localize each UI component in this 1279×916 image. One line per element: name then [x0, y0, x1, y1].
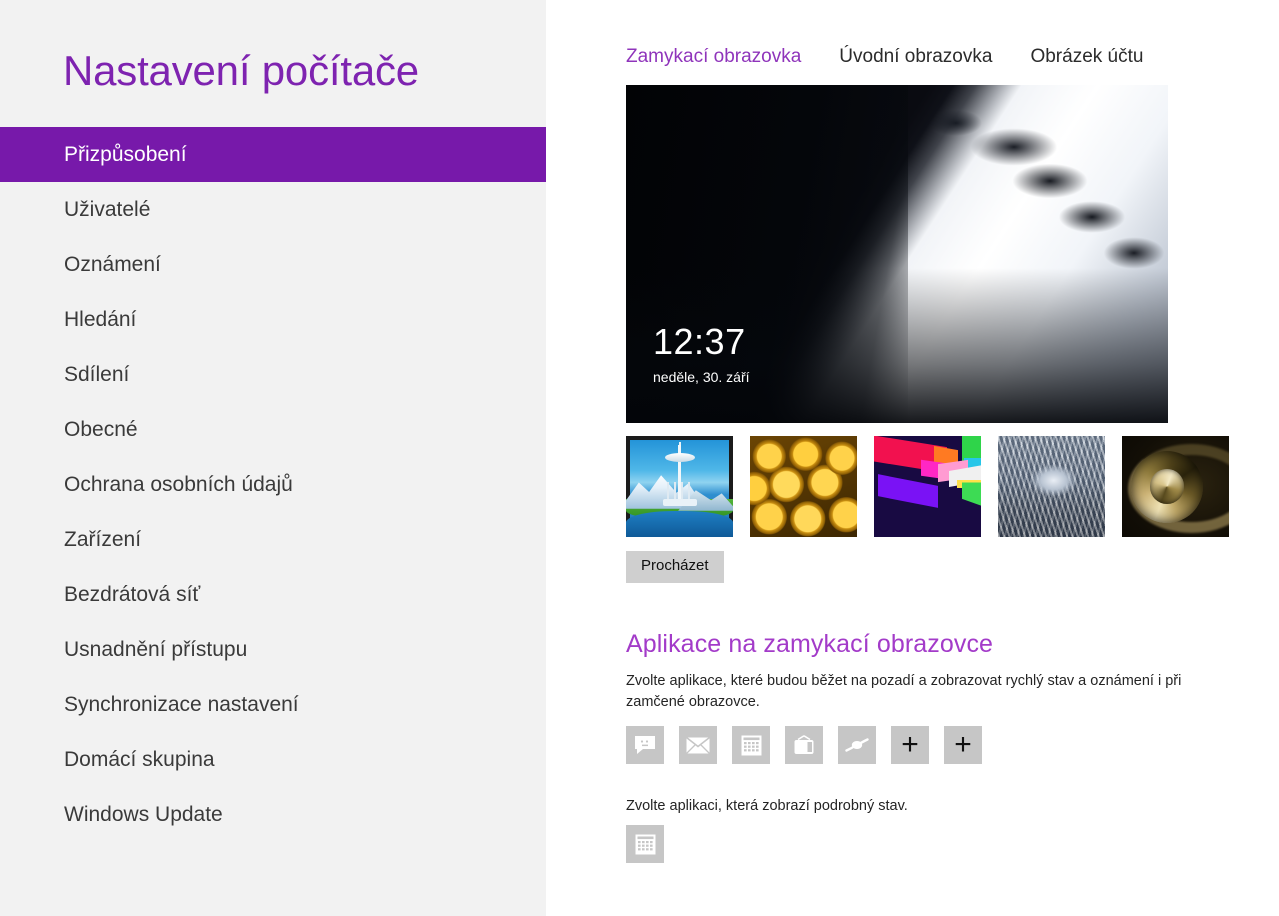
sidebar-item-zarizeni[interactable]: Zařízení — [0, 512, 546, 567]
browse-button[interactable]: Procházet — [626, 551, 724, 583]
sidebar: Nastavení počítače Přizpůsobení Uživatel… — [0, 0, 546, 916]
shell-spiral — [1130, 450, 1203, 523]
app-tile-mail[interactable] — [679, 726, 717, 764]
pc-settings-window: Nastavení počítače Přizpůsobení Uživatel… — [0, 0, 1279, 916]
sidebar-item-ochrana-osobnich-udaju[interactable]: Ochrana osobních údajů — [0, 457, 546, 512]
sidebar-item-label: Přizpůsobení — [64, 142, 187, 166]
sidebar-item-label: Domácí skupina — [64, 747, 215, 771]
geo-violet — [878, 474, 939, 509]
lock-screen-date: neděle, 30. září — [653, 369, 750, 385]
sidebar-item-label: Sdílení — [64, 362, 130, 386]
sidebar-item-bezdratova-sit[interactable]: Bezdrátová síť — [0, 567, 546, 622]
thumbnail-nautilus-shell[interactable] — [1122, 436, 1229, 537]
app-tile-video[interactable] — [785, 726, 823, 764]
thumbnail-motion-blur-tunnel[interactable] — [998, 436, 1105, 537]
sidebar-item-label: Oznámení — [64, 252, 161, 276]
weather-icon — [845, 735, 869, 755]
sidebar-item-oznameni[interactable]: Oznámení — [0, 237, 546, 292]
thumb-water — [626, 510, 733, 537]
lock-screen-clock: 12:37 neděle, 30. září — [653, 321, 750, 386]
tab-zamykaci-obrazovka[interactable]: Zamykací obrazovka — [626, 46, 801, 68]
sidebar-item-label: Hledání — [64, 307, 137, 331]
sidebar-item-label: Bezdrátová síť — [64, 582, 201, 606]
video-icon — [793, 734, 815, 756]
content-pane: Zamykací obrazovka Úvodní obrazovka Obrá… — [546, 0, 1279, 916]
mail-icon — [686, 736, 710, 754]
geo-green-bottom — [961, 482, 981, 509]
thumbnail-seattle-space-needle[interactable] — [626, 436, 733, 537]
sidebar-item-label: Windows Update — [64, 802, 223, 826]
sidebar-item-domaci-skupina[interactable]: Domácí skupina — [0, 732, 546, 787]
sidebar-item-hledani[interactable]: Hledání — [0, 292, 546, 347]
lock-screen-apps-heading: Aplikace na zamykací obrazovce — [626, 629, 994, 658]
page-title: Nastavení počítače — [63, 47, 419, 95]
thumb-needle-disc — [664, 453, 695, 463]
sidebar-item-label: Zařízení — [64, 527, 142, 551]
tab-uvodni-obrazovka[interactable]: Úvodní obrazovka — [839, 46, 992, 68]
detailed-status-description: Zvolte aplikaci, která zobrazí podrobný … — [626, 798, 908, 814]
sidebar-item-sdileni[interactable]: Sdílení — [0, 347, 546, 402]
sidebar-item-prizpusobeni[interactable]: Přizpůsobení — [0, 127, 546, 183]
sidebar-nav-list: Přizpůsobení Uživatelé Oznámení Hledání … — [0, 127, 546, 842]
thumb-needle-legs — [666, 482, 693, 501]
app-tile-weather[interactable] — [838, 726, 876, 764]
thumb-needle-base — [662, 498, 697, 506]
sidebar-item-label: Obecné — [64, 417, 138, 441]
plus-icon: + — [954, 728, 972, 761]
sidebar-item-uzivatele[interactable]: Uživatelé — [0, 182, 546, 237]
tab-bar: Zamykací obrazovka Úvodní obrazovka Obrá… — [546, 0, 1279, 68]
sidebar-item-usnadneni-pristupu[interactable]: Usnadnění přístupu — [0, 622, 546, 677]
lock-screen-time: 12:37 — [653, 321, 746, 362]
calendar-icon — [741, 735, 762, 756]
lock-screen-app-tiles: + + — [626, 726, 1279, 764]
app-tile-messaging[interactable] — [626, 726, 664, 764]
detailed-status-tile-calendar[interactable] — [626, 825, 664, 863]
lock-screen-preview: 12:37 neděle, 30. září — [626, 85, 1168, 423]
tab-obrazek-uctu[interactable]: Obrázek účtu — [1030, 46, 1143, 68]
wallpaper-thumbnail-list — [626, 436, 1279, 537]
add-app-button-1[interactable]: + — [891, 726, 929, 764]
sidebar-item-synchronizace-nastaveni[interactable]: Synchronizace nastavení — [0, 677, 546, 732]
sidebar-item-obecne[interactable]: Obecné — [0, 402, 546, 457]
sidebar-item-label: Ochrana osobních údajů — [64, 472, 293, 496]
calendar-icon — [635, 834, 656, 855]
app-tile-calendar[interactable] — [732, 726, 770, 764]
sidebar-item-label: Uživatelé — [64, 197, 151, 221]
thumbnail-abstract-geometric[interactable] — [874, 436, 981, 537]
add-app-button-2[interactable]: + — [944, 726, 982, 764]
plus-icon: + — [901, 728, 919, 761]
sidebar-item-label: Synchronizace nastavení — [64, 692, 299, 716]
sidebar-item-windows-update[interactable]: Windows Update — [0, 787, 546, 842]
messaging-icon — [634, 735, 656, 755]
sidebar-item-label: Usnadnění přístupu — [64, 637, 248, 661]
thumbnail-honeycomb[interactable] — [750, 436, 857, 537]
lock-screen-apps-description: Zvolte aplikace, které budou běžet na po… — [626, 672, 1182, 711]
detailed-status-tiles — [626, 825, 1279, 863]
